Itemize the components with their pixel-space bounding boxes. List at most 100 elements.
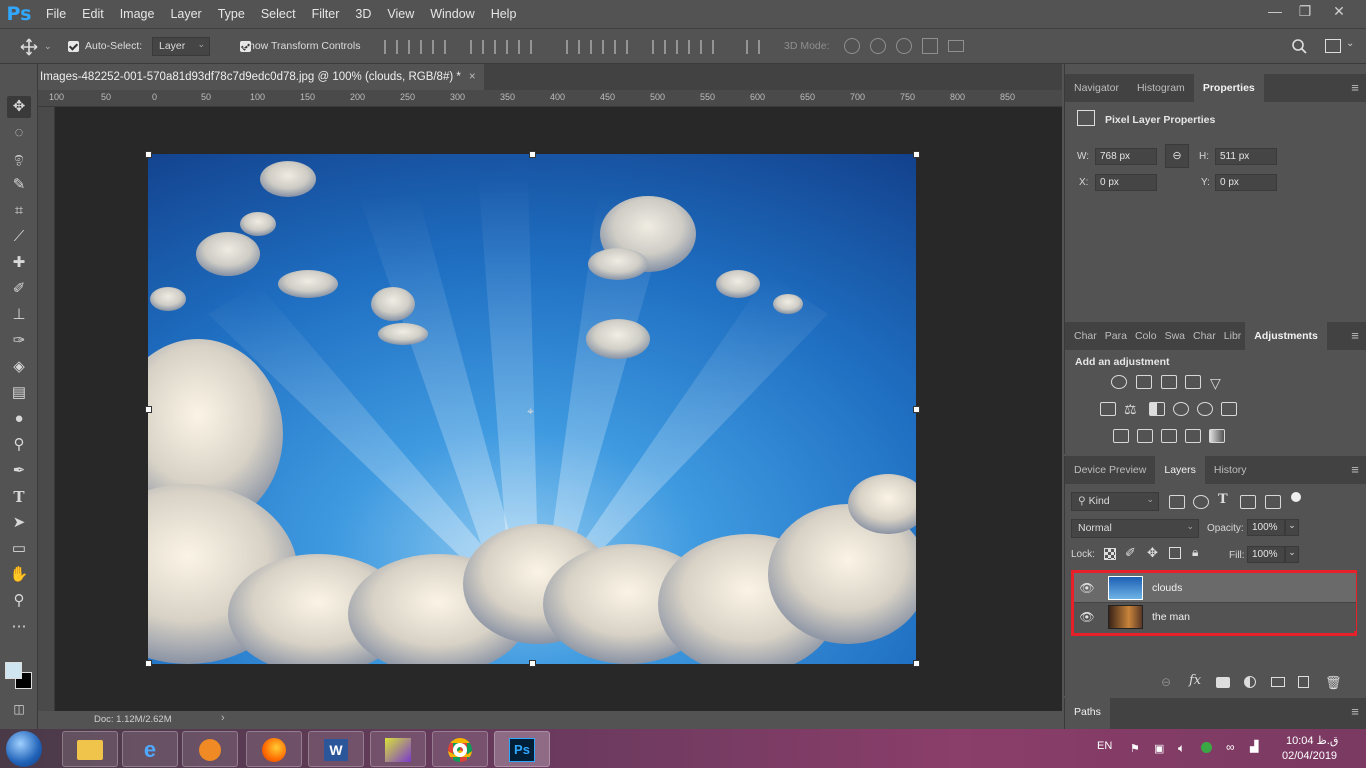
layer-row-the-man[interactable]: 👁︎ the man [1074, 602, 1356, 631]
delete-layer-icon[interactable]: 🗑︎ [1325, 675, 1342, 691]
quick-select-tool-icon[interactable]: ✎ [7, 174, 31, 196]
foreground-color-swatch-top[interactable] [5, 662, 22, 679]
transform-handle[interactable] [913, 406, 920, 413]
color-balance-icon[interactable]: ⚖ [1124, 401, 1137, 418]
align-right-icon[interactable] [518, 40, 532, 54]
taskbar-video-app[interactable] [370, 731, 426, 767]
lock-transparency-icon[interactable] [1104, 548, 1116, 560]
status-menu-icon[interactable]: › [221, 712, 225, 724]
distribute-bottom-icon[interactable] [614, 40, 628, 54]
gradient-tool-icon[interactable]: ▤ [7, 382, 31, 404]
tab-character-styles[interactable]: Char [1189, 322, 1220, 350]
lock-pixels-icon[interactable]: ✐ [1125, 545, 1136, 561]
width-field[interactable]: 768 px [1095, 148, 1157, 165]
move-tool-icon[interactable] [20, 38, 38, 56]
tab-history[interactable]: History [1205, 456, 1256, 484]
levels-icon[interactable] [1136, 375, 1152, 389]
tab-paragraph[interactable]: Para [1101, 322, 1131, 350]
tool-preset-chevron-icon[interactable]: ⌄ [44, 41, 52, 52]
rectangle-tool-icon[interactable]: ▭ [7, 538, 31, 560]
invert-icon[interactable] [1113, 429, 1129, 443]
panel-menu-icon[interactable]: ≡ [1344, 698, 1366, 729]
new-layer-icon[interactable] [1298, 676, 1309, 688]
filter-type-icon[interactable]: T [1218, 492, 1228, 507]
new-adjustment-icon[interactable] [1244, 676, 1256, 688]
clone-stamp-tool-icon[interactable]: ⊥ [7, 304, 31, 326]
restore-button[interactable]: ❐ [1288, 0, 1322, 22]
taskbar-photoshop[interactable]: Ps [494, 731, 550, 767]
brush-tool-icon[interactable]: ✐ [7, 278, 31, 300]
filter-toggle-icon[interactable] [1291, 492, 1301, 502]
align-vcenter-icon[interactable] [408, 40, 422, 54]
menu-image[interactable]: Image [112, 0, 163, 28]
healing-brush-tool-icon[interactable]: ✚ [7, 252, 31, 274]
tab-libraries[interactable]: Libr [1220, 322, 1246, 350]
transform-handle[interactable] [913, 151, 920, 158]
menu-filter[interactable]: Filter [304, 0, 348, 28]
menu-type[interactable]: Type [210, 0, 253, 28]
more-tools-icon[interactable]: ⋯ [7, 616, 31, 638]
blend-mode-dropdown[interactable]: Normal ⌄ [1071, 519, 1199, 538]
selective-color-icon[interactable] [1185, 429, 1201, 443]
color-lookup-icon[interactable] [1221, 402, 1237, 416]
network-icon[interactable]: ▣ [1154, 742, 1164, 755]
menu-window[interactable]: Window [422, 0, 482, 28]
opacity-chevron-icon[interactable]: ⌄ [1285, 519, 1299, 536]
transform-handle[interactable] [529, 151, 536, 158]
clock-date[interactable]: 02/04/2019 [1282, 750, 1337, 762]
transform-center-icon[interactable]: ⌖ [527, 404, 534, 419]
type-tool-icon[interactable]: T [7, 486, 31, 508]
menu-view[interactable]: View [379, 0, 422, 28]
search-icon[interactable] [1291, 38, 1307, 54]
opacity-field[interactable]: 100% [1247, 519, 1285, 536]
menu-help[interactable]: Help [483, 0, 525, 28]
panel-menu-icon[interactable]: ≡ [1344, 322, 1366, 350]
x-field[interactable]: 0 px [1095, 174, 1157, 191]
add-mask-icon[interactable] [1216, 677, 1230, 688]
minimize-button[interactable]: — [1258, 0, 1292, 22]
3d-roll-icon[interactable] [870, 38, 886, 54]
auto-select-checkbox[interactable] [68, 41, 79, 52]
hand-tool-icon[interactable]: ✋ [7, 564, 31, 586]
exposure-icon[interactable] [1185, 375, 1201, 389]
tab-adjustments[interactable]: Adjustments [1245, 322, 1327, 350]
transform-handle[interactable] [913, 660, 920, 667]
menu-select[interactable]: Select [253, 0, 304, 28]
filter-shape-icon[interactable] [1240, 495, 1256, 509]
taskbar-word[interactable]: W [308, 731, 364, 767]
lock-artboard-icon[interactable] [1169, 547, 1181, 559]
distribute-vcenter-icon[interactable] [590, 40, 604, 54]
quick-mask-icon[interactable]: ◫ [7, 698, 31, 720]
3d-rotate-icon[interactable] [844, 38, 860, 54]
distribute-right-icon[interactable] [700, 40, 714, 54]
tab-histogram[interactable]: Histogram [1128, 74, 1194, 102]
fill-field[interactable]: 100% [1247, 546, 1285, 563]
panel-menu-icon[interactable]: ≡ [1344, 74, 1366, 102]
crop-tool-icon[interactable]: ⌗ [7, 200, 31, 222]
start-button-icon[interactable] [6, 731, 42, 767]
taskbar-firefox[interactable] [246, 731, 302, 767]
tab-device-preview[interactable]: Device Preview [1065, 456, 1155, 484]
tab-paths[interactable]: Paths [1065, 698, 1110, 729]
taskbar-explorer[interactable] [62, 731, 118, 767]
zoom-tool-icon[interactable]: ⚲ [7, 590, 31, 612]
auto-align-icon[interactable] [746, 40, 760, 54]
align-hcenter-icon[interactable] [494, 40, 508, 54]
new-group-icon[interactable] [1271, 677, 1285, 687]
curves-icon[interactable] [1161, 375, 1177, 389]
tab-character[interactable]: Char [1065, 322, 1101, 350]
taskbar-chrome[interactable] [432, 731, 488, 767]
tab-layers[interactable]: Layers [1155, 456, 1205, 484]
tab-swatches[interactable]: Swa [1161, 322, 1189, 350]
workspace-chevron-icon[interactable]: ⌄ [1346, 38, 1354, 49]
pen-tool-icon[interactable]: ✒ [7, 460, 31, 482]
eye-icon[interactable]: 👁︎ [1074, 581, 1100, 595]
filter-adjustment-icon[interactable] [1193, 495, 1209, 509]
lasso-tool-icon[interactable]: ඉ [7, 148, 31, 170]
3d-camera-icon[interactable] [948, 40, 964, 52]
distribute-top-icon[interactable] [566, 40, 580, 54]
3d-slide-icon[interactable] [922, 38, 938, 54]
align-bottom-icon[interactable] [432, 40, 446, 54]
move-tool-icon[interactable]: ✥ [7, 96, 31, 118]
lock-all-icon[interactable]: 🔒︎ [1192, 545, 1198, 560]
